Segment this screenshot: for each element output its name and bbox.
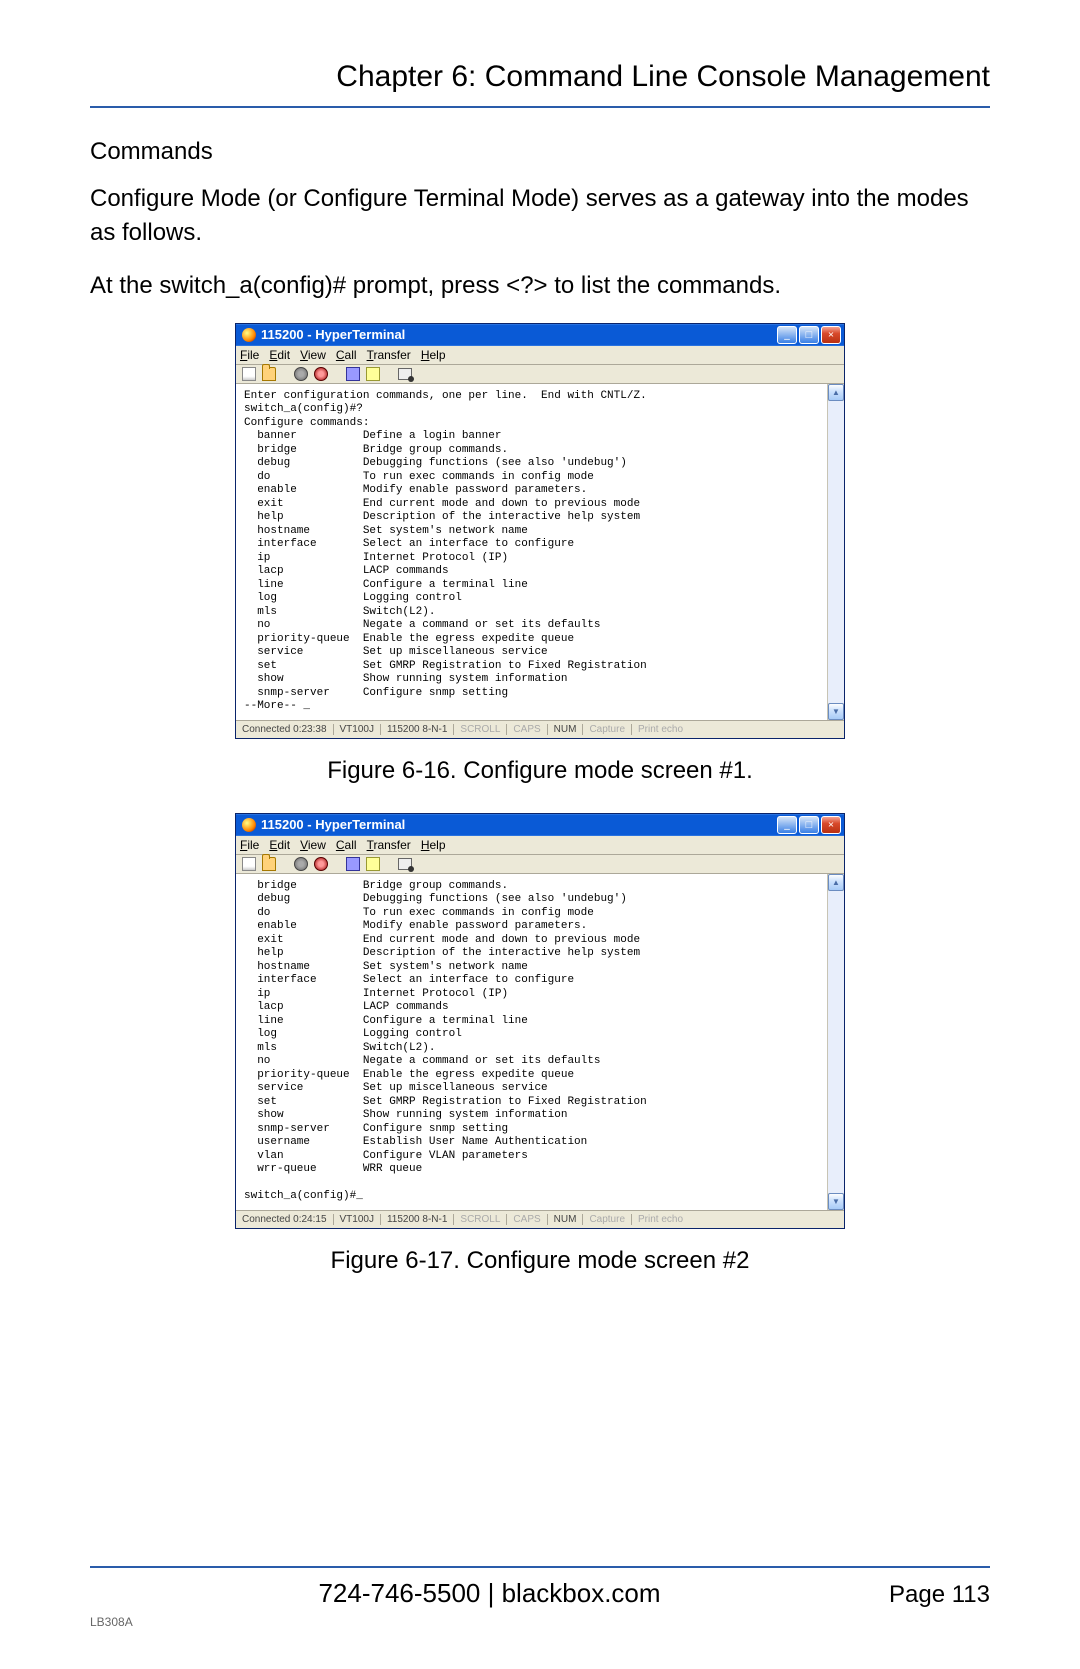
status-bar: Connected 0:24:15 VT100J 115200 8-N-1 SC… xyxy=(236,1210,844,1228)
terminal-output[interactable]: bridge Bridge group commands. debug Debu… xyxy=(236,874,844,1210)
titlebar[interactable]: 115200 - HyperTerminal _ □ × xyxy=(236,814,844,836)
footer-model-code: LB308A xyxy=(90,1615,990,1629)
receive-icon[interactable] xyxy=(366,857,380,871)
status-connected: Connected 0:23:38 xyxy=(236,724,334,735)
status-bar: Connected 0:23:38 VT100J 115200 8-N-1 SC… xyxy=(236,720,844,738)
hyperterminal-window-1: 115200 - HyperTerminal _ □ × File Edit V… xyxy=(235,323,845,739)
connect-icon[interactable] xyxy=(294,857,308,871)
menu-help[interactable]: Help xyxy=(421,348,446,362)
minimize-button[interactable]: _ xyxy=(777,816,797,834)
page-footer: 724-746-5500 | blackbox.com Page 113 LB3… xyxy=(90,1566,990,1629)
titlebar[interactable]: 115200 - HyperTerminal _ □ × xyxy=(236,324,844,346)
menu-edit[interactable]: Edit xyxy=(269,838,290,852)
window-title-text: 115200 - HyperTerminal xyxy=(261,327,777,342)
new-icon[interactable] xyxy=(242,857,256,871)
chapter-title: Chapter 6: Command Line Console Manageme… xyxy=(90,60,990,106)
scroll-down-icon[interactable]: ▼ xyxy=(828,1193,844,1210)
scroll-down-icon[interactable]: ▼ xyxy=(828,703,844,720)
menu-call[interactable]: Call xyxy=(336,348,357,362)
send-icon[interactable] xyxy=(346,857,360,871)
scroll-track[interactable] xyxy=(828,891,844,1193)
status-print-echo: Print echo xyxy=(632,1214,689,1225)
hyperterminal-window-2: 115200 - HyperTerminal _ □ × File Edit V… xyxy=(235,813,845,1229)
close-button[interactable]: × xyxy=(821,816,841,834)
menu-view[interactable]: View xyxy=(300,348,326,362)
disconnect-icon[interactable] xyxy=(314,367,328,381)
vertical-scrollbar[interactable]: ▲ ▼ xyxy=(827,384,844,720)
status-scroll: SCROLL xyxy=(454,1214,507,1225)
menu-bar: File Edit View Call Transfer Help xyxy=(236,346,844,365)
status-terminal-type: VT100J xyxy=(334,1214,381,1225)
maximize-button[interactable]: □ xyxy=(799,816,819,834)
status-params: 115200 8-N-1 xyxy=(381,724,454,735)
close-button[interactable]: × xyxy=(821,326,841,344)
vertical-scrollbar[interactable]: ▲ ▼ xyxy=(827,874,844,1210)
scroll-up-icon[interactable]: ▲ xyxy=(828,384,844,401)
window-controls: _ □ × xyxy=(777,816,841,834)
figure-caption-2: Figure 6-17. Configure mode screen #2 xyxy=(90,1247,990,1275)
terminal-content-wrap: bridge Bridge group commands. debug Debu… xyxy=(236,874,844,1210)
menu-transfer[interactable]: Transfer xyxy=(367,838,411,852)
figure-caption-1: Figure 6-16. Configure mode screen #1. xyxy=(90,757,990,785)
status-capture: Capture xyxy=(583,724,632,735)
status-terminal-type: VT100J xyxy=(334,724,381,735)
properties-icon[interactable] xyxy=(398,858,412,870)
send-icon[interactable] xyxy=(346,367,360,381)
connect-icon[interactable] xyxy=(294,367,308,381)
disconnect-icon[interactable] xyxy=(314,857,328,871)
menu-view[interactable]: View xyxy=(300,838,326,852)
app-icon xyxy=(242,328,256,342)
open-icon[interactable] xyxy=(262,857,276,871)
status-capture: Capture xyxy=(583,1214,632,1225)
body-paragraph-1: Configure Mode (or Configure Terminal Mo… xyxy=(90,182,990,249)
toolbar xyxy=(236,855,844,874)
app-icon xyxy=(242,818,256,832)
menu-call[interactable]: Call xyxy=(336,838,357,852)
status-scroll: SCROLL xyxy=(454,724,507,735)
status-caps: CAPS xyxy=(507,1214,547,1225)
status-print-echo: Print echo xyxy=(632,724,689,735)
menu-bar: File Edit View Call Transfer Help xyxy=(236,836,844,855)
scroll-track[interactable] xyxy=(828,401,844,703)
scroll-up-icon[interactable]: ▲ xyxy=(828,874,844,891)
terminal-content-wrap: Enter configuration commands, one per li… xyxy=(236,384,844,720)
receive-icon[interactable] xyxy=(366,367,380,381)
footer-page-number: Page 113 xyxy=(889,1581,990,1609)
menu-transfer[interactable]: Transfer xyxy=(367,348,411,362)
menu-edit[interactable]: Edit xyxy=(269,348,290,362)
open-icon[interactable] xyxy=(262,367,276,381)
menu-file[interactable]: File xyxy=(240,348,259,362)
body-paragraph-2: At the switch_a(config)# prompt, press <… xyxy=(90,269,990,303)
status-caps: CAPS xyxy=(507,724,547,735)
minimize-button[interactable]: _ xyxy=(777,326,797,344)
toolbar xyxy=(236,365,844,384)
status-params: 115200 8-N-1 xyxy=(381,1214,454,1225)
status-num: NUM xyxy=(548,724,584,735)
footer-contact: 724-746-5500 | blackbox.com xyxy=(90,1578,889,1609)
new-icon[interactable] xyxy=(242,367,256,381)
section-heading-commands: Commands xyxy=(90,138,990,166)
properties-icon[interactable] xyxy=(398,368,412,380)
status-num: NUM xyxy=(548,1214,584,1225)
status-connected: Connected 0:24:15 xyxy=(236,1214,334,1225)
menu-help[interactable]: Help xyxy=(421,838,446,852)
window-title-text: 115200 - HyperTerminal xyxy=(261,817,777,832)
terminal-output[interactable]: Enter configuration commands, one per li… xyxy=(236,384,844,720)
window-controls: _ □ × xyxy=(777,326,841,344)
footer-rule xyxy=(90,1566,990,1568)
maximize-button[interactable]: □ xyxy=(799,326,819,344)
header-rule xyxy=(90,106,990,108)
menu-file[interactable]: File xyxy=(240,838,259,852)
